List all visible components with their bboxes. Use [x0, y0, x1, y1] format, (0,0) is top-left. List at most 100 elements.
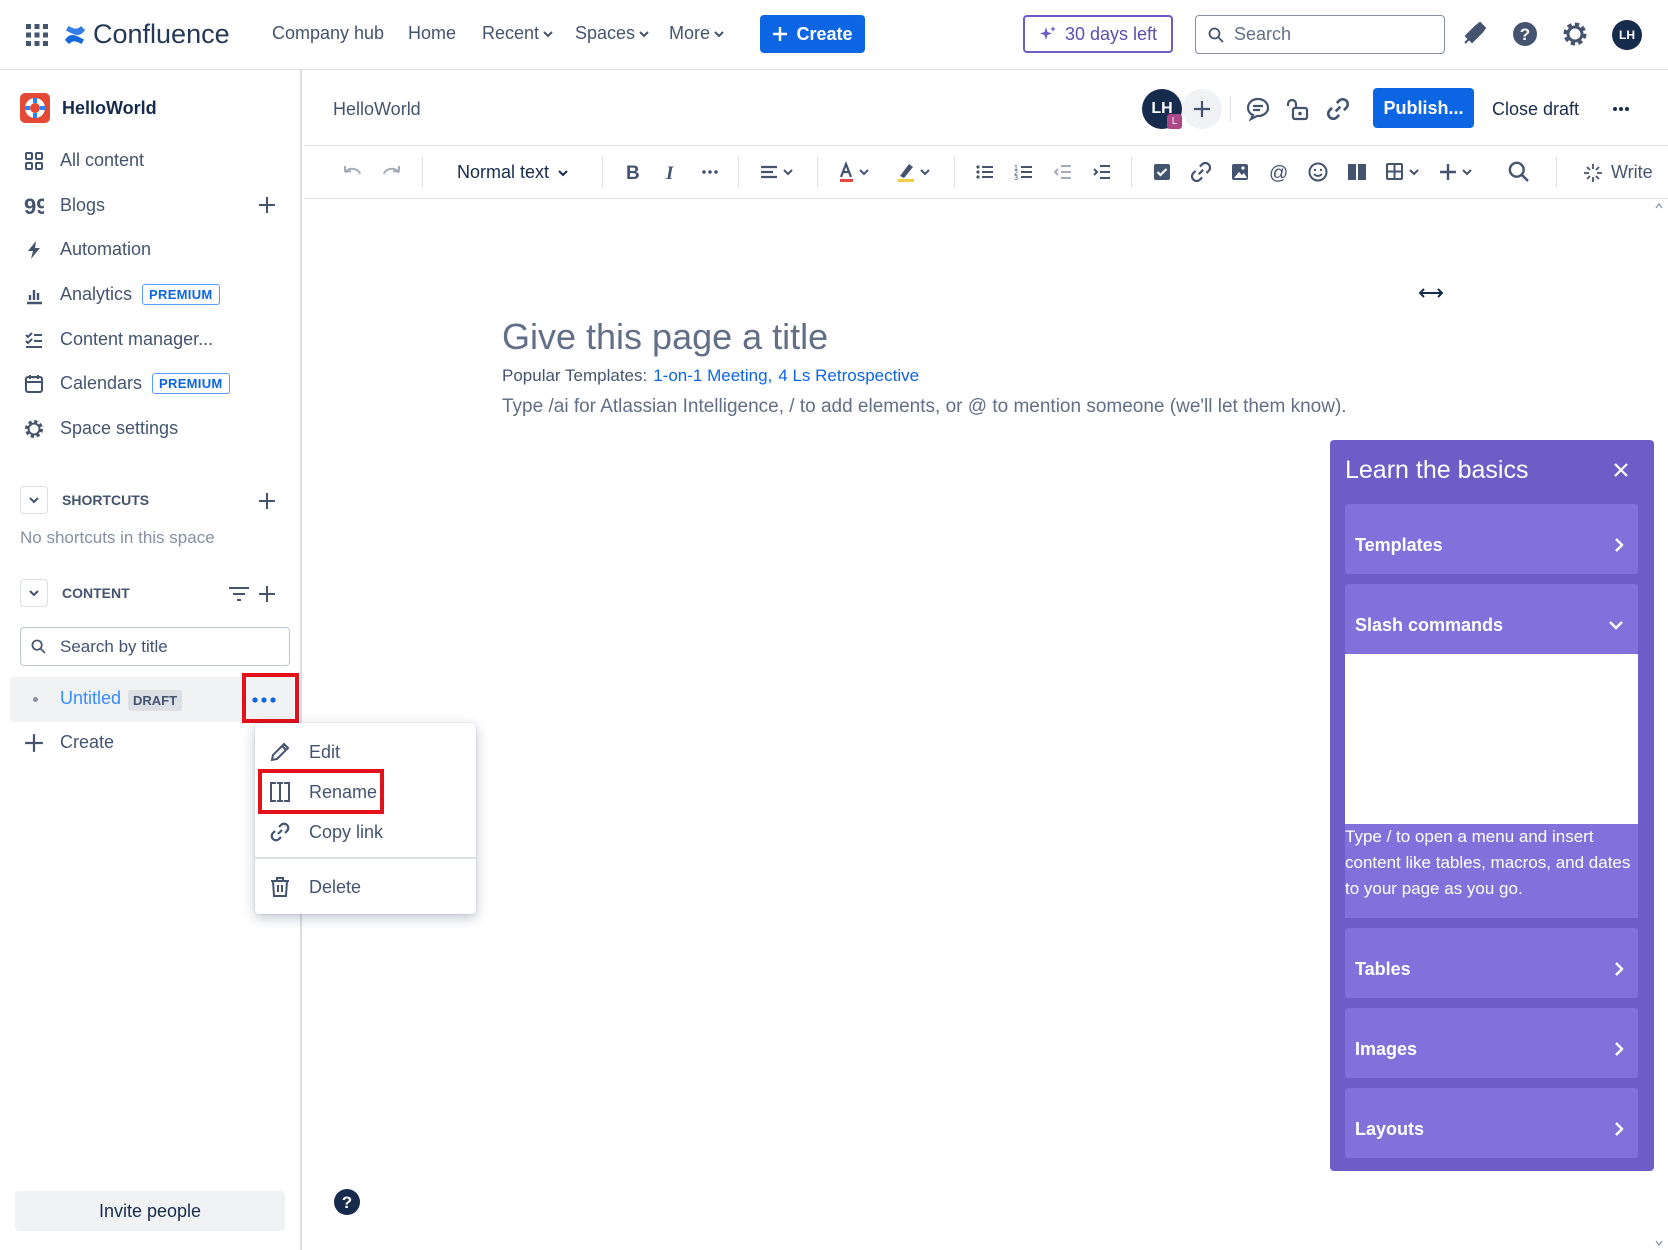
- highlight-color-dropdown[interactable]: [895, 160, 935, 184]
- redo-icon[interactable]: [380, 160, 404, 184]
- space-avatar-icon: [20, 93, 50, 123]
- help-button[interactable]: ?: [333, 1188, 361, 1216]
- space-header[interactable]: HelloWorld: [20, 93, 157, 123]
- nav-home[interactable]: Home: [408, 23, 456, 44]
- breadcrumb[interactable]: HelloWorld: [333, 99, 421, 120]
- trial-button[interactable]: 30 days left: [1023, 15, 1173, 53]
- sidebar-item-all-content[interactable]: All content: [24, 150, 144, 171]
- filter-content-button[interactable]: [228, 585, 250, 603]
- sidebar-item-automation[interactable]: Automation: [24, 239, 151, 260]
- alignment-dropdown[interactable]: [758, 160, 798, 184]
- popular-templates: Popular Templates: 1-on-1 Meeting, 4 Ls …: [502, 366, 920, 386]
- image-icon[interactable]: [1228, 160, 1252, 184]
- ai-write-button[interactable]: Write: [1583, 162, 1653, 183]
- highlight-rename: [258, 769, 384, 814]
- sidebar-item-blogs[interactable]: 99 Blogs: [24, 195, 105, 216]
- space-name: HelloWorld: [62, 97, 157, 118]
- mention-icon[interactable]: @: [1267, 160, 1291, 184]
- italic-icon[interactable]: I: [659, 160, 683, 184]
- help-icon[interactable]: ?: [1511, 20, 1539, 48]
- close-panel-button[interactable]: [1614, 463, 1628, 477]
- settings-gear-icon[interactable]: [1561, 20, 1589, 48]
- nav-company-hub[interactable]: Company hub: [272, 23, 384, 44]
- plus-icon: [259, 493, 275, 509]
- page-title-input[interactable]: Give this page a title: [502, 316, 828, 358]
- table-dropdown[interactable]: [1384, 160, 1424, 184]
- text-style-dropdown[interactable]: Normal text: [457, 162, 569, 183]
- notifications-icon[interactable]: [1460, 20, 1488, 48]
- search-input[interactable]: Search: [1195, 15, 1445, 54]
- expand-width-icon[interactable]: [1418, 286, 1444, 300]
- emoji-icon[interactable]: [1306, 160, 1330, 184]
- outdent-icon[interactable]: [1051, 160, 1075, 184]
- sidebar-create-label: Create: [60, 732, 115, 752]
- chevron-right-icon: [1615, 1122, 1624, 1136]
- highlight-more-actions: [242, 673, 299, 723]
- create-button[interactable]: Create: [760, 15, 865, 53]
- toolbar-divider: [817, 157, 818, 187]
- template-link-one-on-one[interactable]: 1-on-1 Meeting: [653, 366, 767, 385]
- invite-people-button[interactable]: Invite people: [15, 1191, 285, 1231]
- chevron-right-icon: [1615, 962, 1624, 976]
- indent-icon[interactable]: [1090, 160, 1114, 184]
- align-left-icon: [761, 165, 793, 179]
- menu-item-edit[interactable]: Edit: [269, 741, 340, 763]
- sidebar-item-calendars[interactable]: Calendars PREMIUM: [24, 373, 230, 394]
- restrictions-unlock-icon[interactable]: [1285, 96, 1311, 122]
- more-formatting-icon[interactable]: [698, 160, 722, 184]
- collapse-shortcuts-button[interactable]: [20, 486, 48, 514]
- copy-link-icon[interactable]: [1325, 96, 1351, 122]
- bullet-list-icon[interactable]: [973, 160, 997, 184]
- text-color-dropdown[interactable]: [836, 160, 876, 184]
- insert-more-dropdown[interactable]: [1438, 160, 1478, 184]
- sidebar-item-label: Automation: [60, 239, 152, 259]
- learn-section-images[interactable]: Images: [1345, 1008, 1638, 1078]
- learn-section-templates[interactable]: Templates: [1345, 504, 1638, 574]
- nav-spaces[interactable]: Spaces: [575, 23, 649, 44]
- add-blog-button[interactable]: [258, 196, 276, 214]
- content-search-placeholder: Search by title: [60, 636, 168, 656]
- learn-section-tables[interactable]: Tables: [1345, 928, 1638, 998]
- toolbar-divider: [954, 157, 955, 187]
- menu-item-copy-link[interactable]: Copy link: [269, 821, 383, 843]
- confluence-logo[interactable]: Confluence: [63, 19, 230, 50]
- nav-recent[interactable]: Recent: [482, 23, 553, 44]
- invite-collaborator-button[interactable]: [1182, 89, 1222, 129]
- grid-icon: [25, 151, 43, 170]
- slash-commands-preview: [1345, 654, 1638, 824]
- sidebar-item-label: All content: [60, 150, 145, 170]
- scroll-up-arrow[interactable]: [1655, 203, 1663, 209]
- sidebar-item-content-manager[interactable]: Content manager...: [24, 329, 213, 350]
- help-icon: ?: [334, 1189, 360, 1215]
- publish-button[interactable]: Publish...: [1373, 88, 1474, 128]
- menu-item-delete[interactable]: Delete: [269, 876, 361, 898]
- add-shortcut-button[interactable]: [258, 492, 276, 510]
- add-content-button[interactable]: [258, 585, 276, 603]
- learn-section-layouts[interactable]: Layouts: [1345, 1088, 1638, 1158]
- sidebar-create-button[interactable]: Create: [24, 732, 114, 753]
- user-avatar[interactable]: LH: [1612, 20, 1642, 50]
- shortcuts-section-header: SHORTCUTS: [20, 486, 149, 514]
- search-icon: [1208, 27, 1224, 43]
- layout-columns-icon[interactable]: [1345, 160, 1369, 184]
- sidebar-item-analytics[interactable]: Analytics PREMIUM: [24, 284, 220, 305]
- body-placeholder[interactable]: Type /ai for Atlassian Intelligence, / t…: [502, 396, 1347, 418]
- task-checkbox-icon[interactable]: [1150, 160, 1174, 184]
- more-options-icon[interactable]: [1612, 106, 1630, 112]
- find-replace-icon[interactable]: [1507, 160, 1531, 184]
- collapse-content-button[interactable]: [20, 579, 48, 607]
- close-draft-button[interactable]: Close draft: [1492, 99, 1579, 120]
- link-icon[interactable]: [1189, 160, 1213, 184]
- template-link-4ls-retrospective[interactable]: 4 Ls Retrospective: [778, 366, 919, 386]
- sidebar-item-label: Space settings: [60, 418, 179, 438]
- undo-icon[interactable]: [340, 160, 364, 184]
- content-search-input[interactable]: Search by title: [20, 627, 290, 666]
- nav-more[interactable]: More: [669, 23, 724, 44]
- learn-section-slash-commands[interactable]: Slash commands: [1345, 584, 1638, 654]
- numbered-list-icon[interactable]: 123: [1012, 160, 1036, 184]
- scroll-down-arrow[interactable]: [1655, 1240, 1663, 1246]
- sidebar-item-space-settings[interactable]: Space settings: [24, 418, 178, 439]
- comment-icon[interactable]: [1245, 96, 1271, 122]
- bold-icon[interactable]: B: [620, 160, 644, 184]
- app-switcher-icon[interactable]: [26, 24, 48, 46]
